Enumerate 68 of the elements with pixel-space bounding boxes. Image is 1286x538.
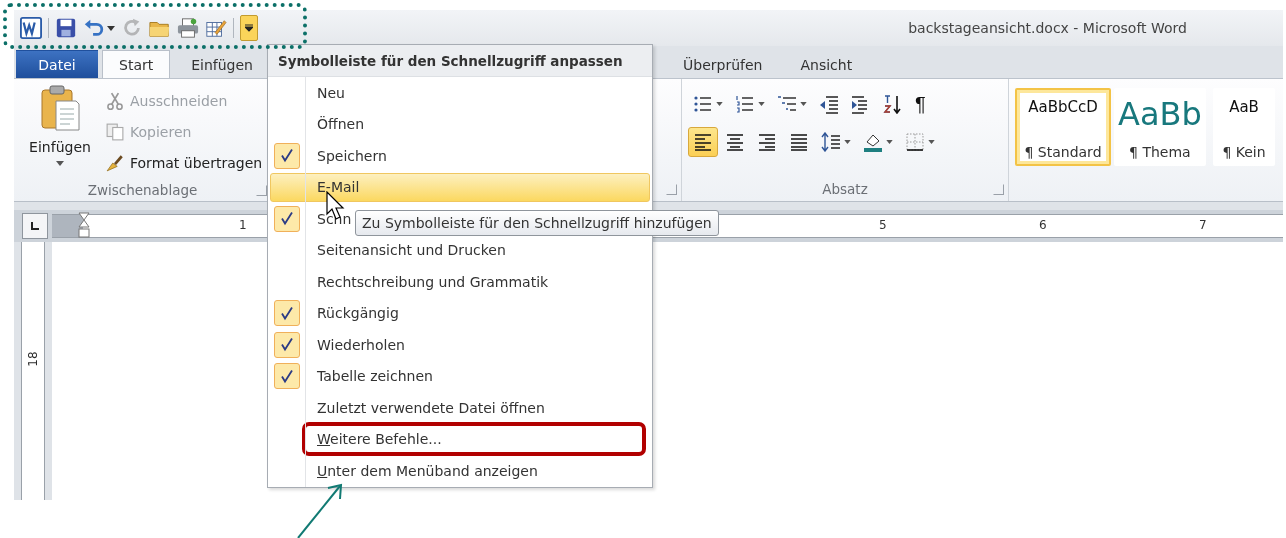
checkmark-icon <box>280 148 293 164</box>
style-gallery-item[interactable]: AaBb ¶ Thema <box>1114 88 1206 166</box>
menu-item[interactable]: Weitere Befehle... <box>317 430 444 449</box>
menu-item[interactable]: Seitenansicht und Drucken <box>317 241 508 260</box>
indent-marker-icon[interactable] <box>78 212 90 238</box>
table-pencil-icon[interactable] <box>205 17 227 39</box>
align-left-button[interactable] <box>688 127 718 157</box>
undo-icon[interactable] <box>83 17 105 39</box>
menu-item[interactable]: Rückgängig <box>317 304 401 323</box>
brush-icon <box>106 153 124 172</box>
style-gallery-item[interactable]: AaBbCcD ¶ Standard <box>1015 88 1111 166</box>
menu-title: Symbolleiste für den Schnellzugriff anpassen <box>268 45 652 77</box>
menu-item[interactable]: Rechtschreibung und Grammatik <box>317 272 551 291</box>
tab-stop-selector[interactable] <box>22 213 48 239</box>
scissors-icon <box>106 91 124 110</box>
outdent-icon <box>819 94 839 114</box>
clipboard-icon <box>40 85 80 131</box>
pilcrow-button[interactable]: ¶ <box>910 89 931 119</box>
group-label: Absatz <box>822 181 868 197</box>
menu-item[interactable]: Wiederholen <box>317 335 407 354</box>
menu-item[interactable]: Speichern <box>317 146 389 165</box>
menu-item[interactable]: Zuletzt verwendete Datei öffnen <box>317 398 547 417</box>
ribbon-tab[interactable]: Überprüfen <box>666 50 780 78</box>
ribbon-tab[interactable]: Ansicht <box>783 50 870 78</box>
pointer-arrow <box>297 483 343 538</box>
ruler-number: 6 <box>1039 218 1047 232</box>
ruler-number: 18 <box>25 351 40 367</box>
ribbon-tab[interactable]: Einfügen <box>174 50 270 78</box>
caret-icon <box>56 161 64 166</box>
style-gallery-item[interactable]: AaB ¶ Kein <box>1213 88 1275 166</box>
align-left-icon <box>693 132 713 152</box>
format-painter-button[interactable]: Format übertragen <box>104 147 265 178</box>
justify-icon <box>789 132 809 152</box>
customize-toolbar-button[interactable] <box>240 15 258 41</box>
shading-icon <box>863 132 883 152</box>
word-logo-icon[interactable] <box>20 17 42 39</box>
sort-icon <box>883 94 903 114</box>
menu-item[interactable]: Tabelle zeichnen <box>317 367 435 386</box>
window-title: backstageansicht.docx - Microsoft Word <box>908 20 1187 36</box>
group-label: Zwischenablage <box>87 181 198 198</box>
ribbon-tab[interactable]: Start <box>102 50 171 78</box>
menu-caret-icon <box>245 24 253 32</box>
align-center-icon <box>725 132 745 152</box>
caret-icon[interactable] <box>107 25 115 31</box>
numbering-icon <box>735 94 755 114</box>
checkmark-icon <box>280 211 293 227</box>
ruler-number: 7 <box>1199 218 1207 232</box>
multilevel-icon <box>777 94 797 114</box>
ribbon-tab[interactable]: Datei <box>16 50 98 78</box>
checkmark-icon <box>280 337 293 353</box>
printer-icon[interactable] <box>177 17 199 39</box>
menu-item[interactable]: Unter dem Menüband anzeigen <box>317 461 540 480</box>
menu-item[interactable]: E-Mail <box>270 172 650 202</box>
corner-icon <box>30 221 40 231</box>
align-right-icon <box>757 132 777 152</box>
save-icon[interactable] <box>55 17 77 39</box>
checkmark-icon <box>280 305 293 321</box>
ruler-number: 5 <box>879 218 887 232</box>
tooltip: Zu Symbolleiste für den Schnellzugriff hinzufügen <box>355 210 719 236</box>
bullets-icon <box>693 94 713 114</box>
menu-item[interactable]: Öffnen <box>317 115 367 134</box>
ruler-number: 1 <box>239 218 247 232</box>
checkmark-icon <box>280 368 293 384</box>
borders-icon <box>905 132 925 152</box>
menu-item[interactable]: Neu <box>317 83 347 102</box>
line-spacing-icon <box>821 132 841 152</box>
copy-icon <box>106 122 124 141</box>
paste-button[interactable]: Einfügen <box>22 85 98 178</box>
